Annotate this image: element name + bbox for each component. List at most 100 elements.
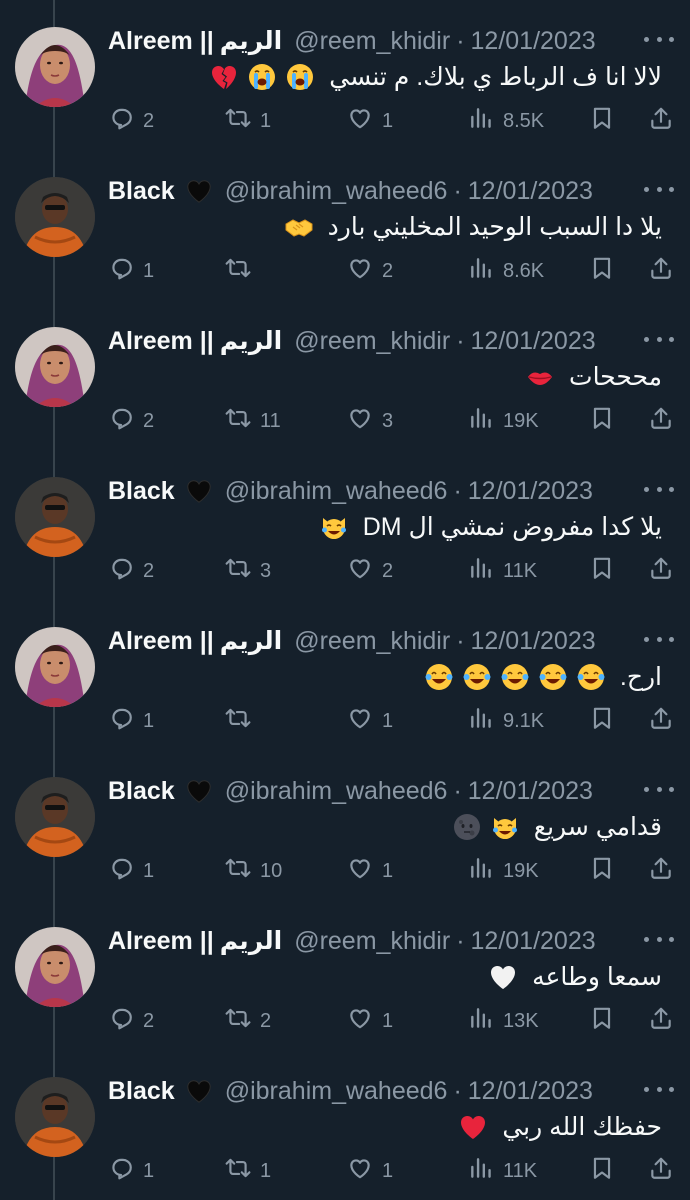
- more-icon[interactable]: [644, 779, 674, 799]
- avatar[interactable]: [15, 177, 95, 257]
- retweet-button[interactable]: 3: [225, 557, 271, 585]
- reply-button[interactable]: 1: [108, 1157, 154, 1185]
- tweet-date[interactable]: 12/01/2023: [468, 477, 593, 505]
- views-button[interactable]: 9.1K: [468, 707, 544, 735]
- user-handle[interactable]: @reem_khidir: [294, 27, 450, 55]
- tweet-date[interactable]: 12/01/2023: [468, 177, 593, 205]
- avatar[interactable]: [15, 1077, 95, 1157]
- reply-button[interactable]: 2: [108, 1007, 154, 1035]
- tweet-date[interactable]: 12/01/2023: [471, 327, 596, 355]
- share-button[interactable]: [648, 1157, 674, 1185]
- reply-button[interactable]: 1: [108, 707, 154, 735]
- views-button[interactable]: 11K: [468, 557, 537, 585]
- display-name[interactable]: Alreem ||: [108, 27, 214, 55]
- more-icon[interactable]: [644, 929, 674, 949]
- bookmark-button[interactable]: [589, 257, 615, 285]
- views-button[interactable]: 8.5K: [468, 107, 544, 135]
- reply-button[interactable]: 1: [108, 857, 154, 885]
- author-name[interactable]: Black: [108, 477, 213, 505]
- bookmark-button[interactable]: [589, 857, 615, 885]
- share-button[interactable]: [648, 257, 674, 285]
- share-button[interactable]: [648, 407, 674, 435]
- tweet[interactable]: Black @ibrahim_waheed6 · 12/01/2023 قدام…: [0, 750, 690, 900]
- views-button[interactable]: 13K: [468, 1007, 539, 1035]
- tweet[interactable]: Alreem || الريم @reem_khidir · 12/01/202…: [0, 900, 690, 1050]
- display-name-arabic[interactable]: الريم: [220, 627, 283, 655]
- retweet-button[interactable]: [225, 707, 260, 735]
- user-handle[interactable]: @reem_khidir: [294, 927, 450, 955]
- user-handle[interactable]: @ibrahim_waheed6: [225, 177, 448, 205]
- avatar[interactable]: [15, 777, 95, 857]
- like-button[interactable]: 1: [347, 107, 393, 135]
- display-name[interactable]: Alreem ||: [108, 627, 214, 655]
- user-handle[interactable]: @ibrahim_waheed6: [225, 477, 448, 505]
- user-handle[interactable]: @ibrahim_waheed6: [225, 777, 448, 805]
- bookmark-button[interactable]: [589, 407, 615, 435]
- more-icon[interactable]: [644, 479, 674, 499]
- user-handle[interactable]: @reem_khidir: [294, 327, 450, 355]
- author-name[interactable]: Alreem || الريم: [108, 627, 282, 655]
- user-handle[interactable]: @reem_khidir: [294, 627, 450, 655]
- views-button[interactable]: 19K: [468, 857, 539, 885]
- tweet[interactable]: Alreem || الريم @reem_khidir · 12/01/202…: [0, 300, 690, 450]
- tweet-date[interactable]: 12/01/2023: [468, 777, 593, 805]
- author-name[interactable]: Alreem || الريم: [108, 927, 282, 955]
- share-button[interactable]: [648, 707, 674, 735]
- more-icon[interactable]: [644, 1079, 674, 1099]
- like-button[interactable]: 1: [347, 707, 393, 735]
- share-button[interactable]: [648, 557, 674, 585]
- more-icon[interactable]: [644, 29, 674, 49]
- more-icon[interactable]: [644, 329, 674, 349]
- retweet-button[interactable]: 2: [225, 1007, 271, 1035]
- bookmark-button[interactable]: [589, 707, 615, 735]
- display-name[interactable]: Alreem ||: [108, 327, 214, 355]
- avatar[interactable]: [15, 327, 95, 407]
- bookmark-button[interactable]: [589, 1007, 615, 1035]
- like-button[interactable]: 2: [347, 557, 393, 585]
- share-button[interactable]: [648, 1007, 674, 1035]
- display-name-arabic[interactable]: الريم: [220, 27, 283, 55]
- user-handle[interactable]: @ibrahim_waheed6: [225, 1077, 448, 1105]
- views-button[interactable]: 11K: [468, 1157, 537, 1185]
- reply-button[interactable]: 2: [108, 557, 154, 585]
- tweet[interactable]: Black @ibrahim_waheed6 · 12/01/2023 حفظك…: [0, 1050, 690, 1200]
- like-button[interactable]: 3: [347, 407, 393, 435]
- display-name-arabic[interactable]: الريم: [220, 327, 283, 355]
- like-button[interactable]: 1: [347, 1007, 393, 1035]
- views-button[interactable]: 19K: [468, 407, 539, 435]
- avatar[interactable]: [15, 477, 95, 557]
- display-name[interactable]: Black: [108, 777, 175, 805]
- author-name[interactable]: Alreem || الريم: [108, 27, 282, 55]
- author-name[interactable]: Black: [108, 1077, 213, 1105]
- bookmark-button[interactable]: [589, 107, 615, 135]
- display-name[interactable]: Black: [108, 1077, 175, 1105]
- author-name[interactable]: Black: [108, 777, 213, 805]
- share-button[interactable]: [648, 107, 674, 135]
- display-name[interactable]: Alreem ||: [108, 927, 214, 955]
- display-name[interactable]: Black: [108, 177, 175, 205]
- tweet[interactable]: Black @ibrahim_waheed6 · 12/01/2023 يلا …: [0, 150, 690, 300]
- avatar[interactable]: [15, 927, 95, 1007]
- retweet-button[interactable]: 10: [225, 857, 282, 885]
- avatar[interactable]: [15, 27, 95, 107]
- tweet-date[interactable]: 12/01/2023: [471, 627, 596, 655]
- views-button[interactable]: 8.6K: [468, 257, 544, 285]
- more-icon[interactable]: [644, 179, 674, 199]
- bookmark-button[interactable]: [589, 1157, 615, 1185]
- avatar[interactable]: [15, 627, 95, 707]
- author-name[interactable]: Alreem || الريم: [108, 327, 282, 355]
- share-button[interactable]: [648, 857, 674, 885]
- like-button[interactable]: 1: [347, 857, 393, 885]
- more-icon[interactable]: [644, 629, 674, 649]
- tweet-date[interactable]: 12/01/2023: [468, 1077, 593, 1105]
- reply-button[interactable]: 2: [108, 407, 154, 435]
- retweet-button[interactable]: 1: [225, 1157, 271, 1185]
- like-button[interactable]: 2: [347, 257, 393, 285]
- bookmark-button[interactable]: [589, 557, 615, 585]
- tweet[interactable]: Black @ibrahim_waheed6 · 12/01/2023 يلا …: [0, 450, 690, 600]
- display-name-arabic[interactable]: الريم: [220, 927, 283, 955]
- reply-button[interactable]: 2: [108, 107, 154, 135]
- tweet[interactable]: Alreem || الريم @reem_khidir · 12/01/202…: [0, 0, 690, 150]
- author-name[interactable]: Black: [108, 177, 213, 205]
- tweet-date[interactable]: 12/01/2023: [471, 927, 596, 955]
